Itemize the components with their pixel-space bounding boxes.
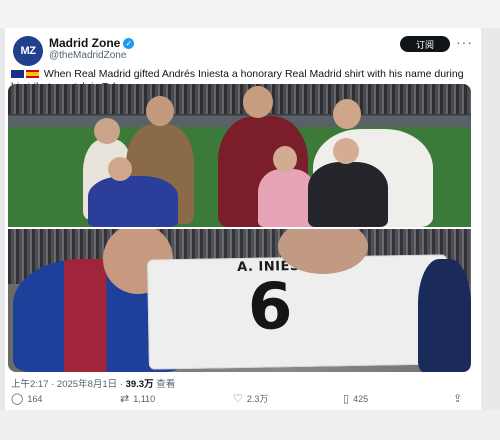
person-head <box>108 157 132 181</box>
views-label: 查看 <box>153 379 176 390</box>
author-name[interactable]: Madrid Zone <box>49 36 120 50</box>
like-count: 2.3万 <box>246 394 269 404</box>
bottom-bar <box>0 410 500 440</box>
avatar[interactable]: MZ <box>13 36 43 66</box>
person-head <box>146 96 174 126</box>
author-row: Madrid Zone ✓ <box>49 36 135 50</box>
person <box>308 162 388 227</box>
photo-jersey[interactable]: A. INIESTA 6 <box>8 229 471 372</box>
view-count: 39.3万 <box>125 379 154 390</box>
person <box>418 259 471 372</box>
bookmark-count: 425 <box>353 393 369 404</box>
person-head <box>94 118 120 144</box>
like-icon: ♡ <box>233 392 243 405</box>
spain-flag-icon <box>26 70 39 79</box>
person-head <box>333 99 361 129</box>
person-head <box>243 86 273 118</box>
share-button[interactable]: ⇪ <box>453 392 462 405</box>
share-icon: ⇪ <box>453 392 463 405</box>
eu-flag-icon <box>11 70 24 79</box>
person <box>88 176 178 227</box>
person-head <box>273 146 297 172</box>
more-icon[interactable]: ··· <box>456 34 473 50</box>
stadium-crowd <box>8 84 471 114</box>
timestamp[interactable]: 上午2:17 · 2025年8月1日 · <box>11 379 126 390</box>
jersey-number: 6 <box>247 270 294 345</box>
repost-count: 1,110 <box>133 393 156 404</box>
subscribe-button[interactable]: 订阅 <box>400 36 450 52</box>
verified-icon: ✓ <box>123 37 135 49</box>
photo-family[interactable] <box>8 84 471 227</box>
like-button[interactable]: ♡ 2.3万 <box>233 392 268 405</box>
media-grid[interactable]: A. INIESTA 6 <box>8 84 471 372</box>
reply-button[interactable]: ◯ 164 <box>11 392 42 405</box>
top-bar <box>0 0 500 28</box>
tweet-meta: 上午2:17 · 2025年8月1日 · 39.3万 查看 <box>11 376 175 390</box>
action-bar: ◯ 164 ⇄ 1,110 ♡ 2.3万 ▯ 425 ⇪ <box>5 392 481 410</box>
bookmark-icon: ▯ <box>343 392 350 405</box>
tweet-card[interactable]: MZ Madrid Zone ✓ @theMadridZone 订阅 ··· W… <box>5 28 481 410</box>
jersey: A. INIESTA 6 <box>147 254 449 370</box>
reply-count: 164 <box>27 393 43 404</box>
person-head <box>333 138 359 164</box>
reply-icon: ◯ <box>11 392 24 405</box>
repost-icon: ⇄ <box>120 392 130 405</box>
repost-button[interactable]: ⇄ 1,110 <box>120 392 155 405</box>
bookmark-button[interactable]: ▯ 425 <box>343 392 368 405</box>
author-handle[interactable]: @theMadridZone <box>49 50 126 61</box>
